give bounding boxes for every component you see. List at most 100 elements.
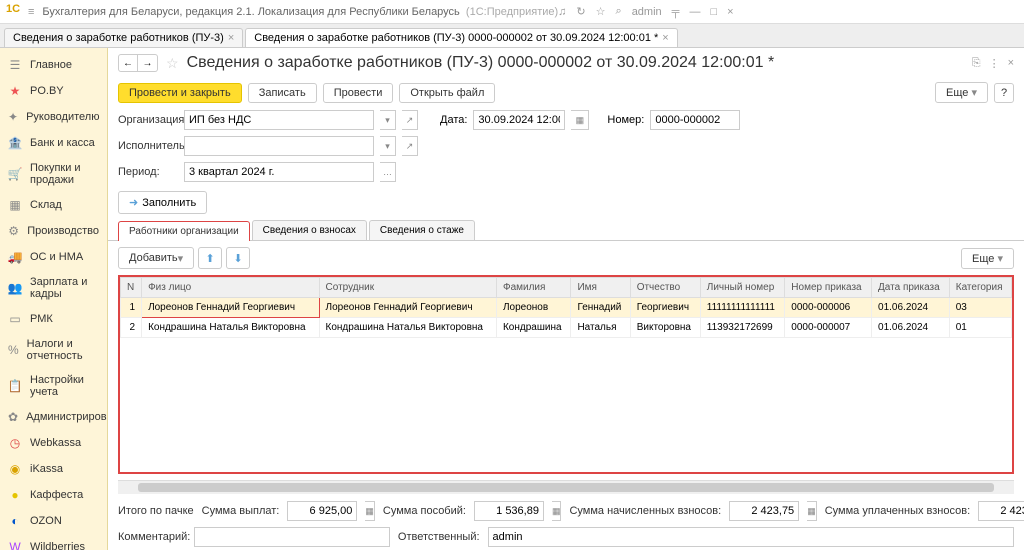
executor-select-icon[interactable]: ▾ <box>380 136 396 156</box>
options-icon[interactable]: ╤ <box>672 6 680 18</box>
move-down-button[interactable]: ⬇ <box>226 247 250 269</box>
write-button[interactable]: Записать <box>248 83 317 103</box>
number-input[interactable] <box>650 110 740 130</box>
table-cell[interactable]: Георгиевич <box>630 298 700 318</box>
sidebar-item[interactable]: ✿Администрирование <box>0 404 107 430</box>
user-label[interactable]: admin <box>632 6 662 18</box>
calendar-icon[interactable]: ▦ <box>571 110 589 130</box>
open-file-button[interactable]: Открыть файл <box>399 83 495 103</box>
sidebar-item[interactable]: ●Каффеста <box>0 482 107 508</box>
table-header[interactable]: Сотрудник <box>319 278 496 298</box>
minimize-icon[interactable]: — <box>689 6 700 18</box>
fill-button[interactable]: ➜ Заполнить <box>118 191 207 214</box>
executor-input[interactable] <box>184 136 374 156</box>
table-cell[interactable]: 2 <box>121 318 142 338</box>
sidebar-item[interactable]: ◷Webkassa <box>0 430 107 456</box>
responsible-input[interactable] <box>488 527 1014 547</box>
table-cell[interactable]: 11111111111111 <box>700 298 785 318</box>
table-header[interactable]: Физ лицо <box>142 278 319 298</box>
table-cell[interactable]: 01 <box>949 318 1011 338</box>
table-cell[interactable]: Викторовна <box>630 318 700 338</box>
table-header[interactable]: Фамилия <box>496 278 570 298</box>
table-cell[interactable]: 0000-000007 <box>785 318 872 338</box>
sidebar-item[interactable]: 👥Зарплата и кадры <box>0 270 107 306</box>
org-select-icon[interactable]: ▾ <box>380 110 396 130</box>
sum-accrued-input[interactable] <box>729 501 799 521</box>
tab-employees[interactable]: Работники организации <box>118 221 250 241</box>
sidebar-item[interactable]: %Налоги и отчетность <box>0 332 107 368</box>
table-header[interactable]: Отчество <box>630 278 700 298</box>
sidebar-item[interactable]: 📋Настройки учета <box>0 368 107 404</box>
page-close-icon[interactable]: × <box>1008 57 1014 70</box>
sidebar-item[interactable]: ☰Главное <box>0 52 107 78</box>
calc-icon[interactable]: ▦ <box>807 501 817 521</box>
period-input[interactable] <box>184 162 374 182</box>
menu-icon[interactable]: ≡ <box>28 6 34 18</box>
horizontal-scrollbar[interactable] <box>118 480 1014 494</box>
tab-close-icon[interactable]: × <box>228 32 234 44</box>
sidebar-item[interactable]: ★PO.BY <box>0 78 107 104</box>
table-cell[interactable]: 01.06.2024 <box>872 318 950 338</box>
sidebar-item[interactable]: ✦Руководителю <box>0 104 107 130</box>
table-cell[interactable]: 01.06.2024 <box>872 298 950 318</box>
table-header[interactable]: Номер приказа <box>785 278 872 298</box>
org-open-icon[interactable]: ↗ <box>402 110 418 130</box>
search-icon[interactable]: ⌕ <box>616 5 622 18</box>
table-header[interactable]: Дата приказа <box>872 278 950 298</box>
table-more-button[interactable]: Еще <box>961 248 1014 269</box>
sum-payments-input[interactable] <box>287 501 357 521</box>
sidebar-item[interactable]: ▭РМК <box>0 306 107 332</box>
table-cell[interactable]: 113932172699 <box>700 318 785 338</box>
bell-icon[interactable]: ♫ <box>558 6 566 18</box>
sidebar-item[interactable]: ◉iKassa <box>0 456 107 482</box>
table-cell[interactable]: Лореонов Геннадий Георгиевич <box>142 298 319 318</box>
table-header[interactable]: N <box>121 278 142 298</box>
nav-forward-button[interactable]: → <box>138 54 158 72</box>
table-cell[interactable]: 1 <box>121 298 142 318</box>
history-icon[interactable]: ↻ <box>576 5 585 18</box>
table-cell[interactable]: 0000-000006 <box>785 298 872 318</box>
table-header[interactable]: Личный номер <box>700 278 785 298</box>
tab-contributions[interactable]: Сведения о взносах <box>252 220 367 240</box>
favorite-icon[interactable]: ☆ <box>166 55 179 72</box>
date-input[interactable] <box>473 110 565 130</box>
table-cell[interactable]: Кондрашина Наталья Викторовна <box>319 318 496 338</box>
table-header[interactable]: Категория <box>949 278 1011 298</box>
org-input[interactable] <box>184 110 374 130</box>
sidebar-item[interactable]: 🛒Покупки и продажи <box>0 156 107 192</box>
menu-dots-icon[interactable]: ⋮ <box>989 57 1000 70</box>
link-icon[interactable]: ⎘ <box>972 57 981 70</box>
table-cell[interactable]: Геннадий <box>571 298 630 318</box>
post-and-close-button[interactable]: Провести и закрыть <box>118 83 242 103</box>
post-button[interactable]: Провести <box>323 83 394 103</box>
period-select-icon[interactable]: … <box>380 162 396 182</box>
help-button[interactable]: ? <box>994 83 1014 103</box>
table-header[interactable]: Имя <box>571 278 630 298</box>
nav-back-button[interactable]: ← <box>118 54 138 72</box>
calc-icon[interactable]: ▦ <box>552 501 562 521</box>
table-cell[interactable]: Лореонов Геннадий Георгиевич <box>319 298 496 318</box>
table-row[interactable]: 1Лореонов Геннадий ГеоргиевичЛореонов Ге… <box>121 298 1012 318</box>
add-row-button[interactable]: Добавить <box>118 247 194 269</box>
sum-benefits-input[interactable] <box>474 501 544 521</box>
tab-close-icon[interactable]: × <box>662 32 668 44</box>
calc-icon[interactable]: ▦ <box>365 501 375 521</box>
sidebar-item[interactable]: ▦Склад <box>0 192 107 218</box>
table-row[interactable]: 2Кондрашина Наталья ВикторовнаКондрашина… <box>121 318 1012 338</box>
table-cell[interactable]: Наталья <box>571 318 630 338</box>
star-icon[interactable]: ☆ <box>596 5 606 18</box>
comment-input[interactable] <box>194 527 390 547</box>
sidebar-item[interactable]: ◐OZON <box>0 508 107 534</box>
table-cell[interactable]: Кондрашина <box>496 318 570 338</box>
sidebar-item[interactable]: WWildberries <box>0 534 107 550</box>
maximize-icon[interactable]: □ <box>710 6 717 18</box>
close-icon[interactable]: × <box>727 6 733 18</box>
tab-experience[interactable]: Сведения о стаже <box>369 220 475 240</box>
move-up-button[interactable]: ⬆ <box>198 247 222 269</box>
sum-paid-input[interactable] <box>978 501 1024 521</box>
table-cell[interactable]: Лореонов <box>496 298 570 318</box>
more-button[interactable]: Еще <box>935 82 988 103</box>
tab-list[interactable]: Сведения о заработке работников (ПУ-3)× <box>4 28 243 47</box>
table-cell[interactable]: 03 <box>949 298 1011 318</box>
sidebar-item[interactable]: 🚚ОС и НМА <box>0 244 107 270</box>
